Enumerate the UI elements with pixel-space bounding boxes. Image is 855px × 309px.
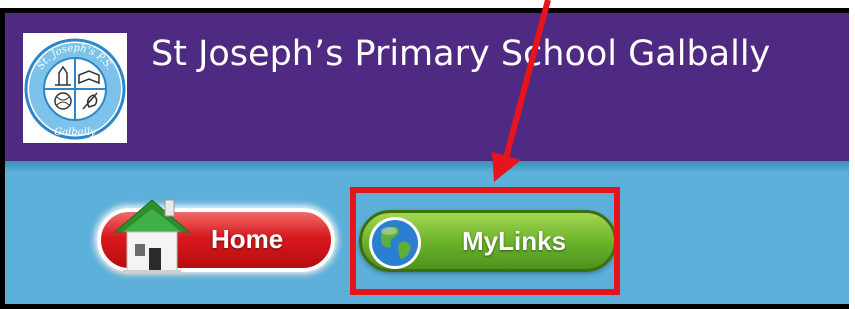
house-icon (113, 199, 191, 274)
nav-shadow (5, 161, 849, 173)
school-crest-icon: St. Joseph's P.S. Galbally (24, 38, 126, 140)
mylinks-button-label: MyLinks (462, 226, 567, 256)
website-frame: St. Joseph's P.S. Galbally St Joseph’s P… (0, 8, 849, 309)
mylinks-button[interactable]: MyLinks (359, 210, 617, 272)
page-title: St Joseph’s Primary School Galbally (151, 34, 771, 74)
site-header: St. Joseph's P.S. Galbally St Joseph’s P… (5, 13, 849, 161)
school-logo[interactable]: St. Joseph's P.S. Galbally (23, 33, 127, 143)
logo-bottom-text: Galbally (54, 127, 96, 138)
nav-bar: Home MyLinks (5, 161, 849, 304)
globe-icon (369, 217, 421, 269)
home-button-label: Home (211, 224, 284, 254)
home-button[interactable]: Home (97, 199, 335, 274)
